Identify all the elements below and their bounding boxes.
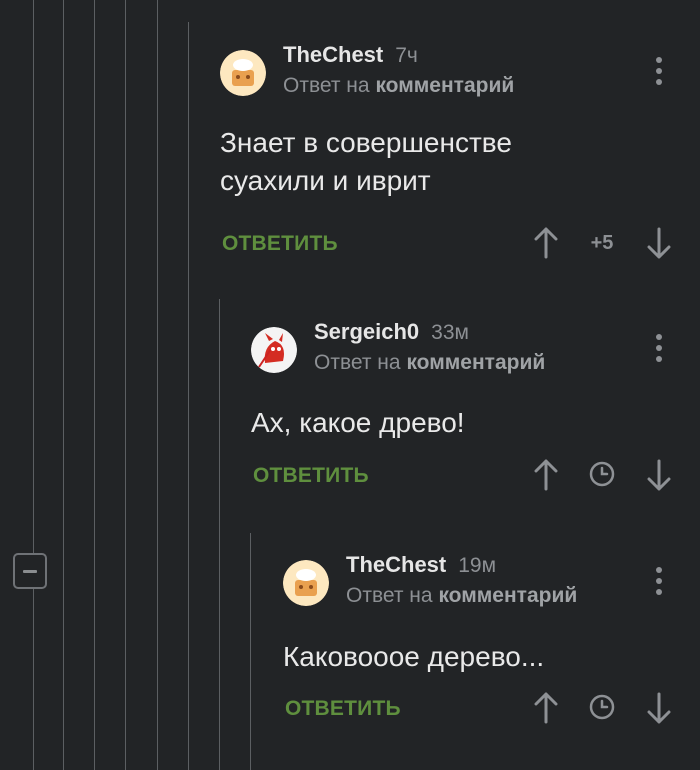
avatar-devil-image xyxy=(251,327,297,373)
comment-author[interactable]: TheChest 19м xyxy=(346,552,496,578)
comment-text-line: суахили и иврит xyxy=(220,165,431,196)
reply-button[interactable]: ОТВЕТИТЬ xyxy=(222,232,338,256)
arrow-down-icon[interactable] xyxy=(647,458,671,492)
reply-target-link[interactable]: комментарий xyxy=(406,351,545,374)
author-name[interactable]: Sergeich0 xyxy=(314,319,419,344)
clock-icon xyxy=(589,461,615,487)
reply-target-link[interactable]: комментарий xyxy=(438,584,577,607)
arrow-up-icon[interactable] xyxy=(534,458,558,492)
reply-to-label: Ответ на комментарий xyxy=(346,584,577,608)
thread-line xyxy=(63,0,64,770)
thread-line xyxy=(188,22,189,770)
arrow-up-icon[interactable] xyxy=(534,226,558,260)
reply-prefix: Ответ на xyxy=(283,74,370,97)
comment-author[interactable]: TheChest 7ч xyxy=(283,42,418,68)
comment-author[interactable]: Sergeich0 33м xyxy=(314,319,469,345)
reply-to-label: Ответ на комментарий xyxy=(283,74,514,98)
reply-prefix: Ответ на xyxy=(346,584,433,607)
author-name[interactable]: TheChest xyxy=(283,42,383,67)
avatar[interactable] xyxy=(220,50,266,96)
more-vertical-icon[interactable] xyxy=(656,57,662,85)
comment-time: 19м xyxy=(458,554,497,577)
collapse-thread-button[interactable] xyxy=(13,553,47,589)
more-vertical-icon[interactable] xyxy=(656,567,662,595)
comment-text: Знает в совершенстве суахили и иврит xyxy=(220,124,512,200)
comment-text: Ах, какое древо! xyxy=(251,404,465,442)
reply-target-link[interactable]: комментарий xyxy=(375,74,514,97)
comment-time: 7ч xyxy=(395,44,418,67)
reply-prefix: Ответ на xyxy=(314,351,401,374)
avatar[interactable] xyxy=(251,327,297,373)
author-name[interactable]: TheChest xyxy=(346,552,446,577)
thread-line xyxy=(219,299,220,770)
comment-text-line: Ах, какое древо! xyxy=(251,407,465,438)
avatar[interactable] xyxy=(283,560,329,606)
thread-line xyxy=(94,0,95,770)
comment-text-line: Каковооое дерево... xyxy=(283,641,545,672)
comment-time: 33м xyxy=(431,321,469,344)
thread-line xyxy=(33,0,34,553)
comment: Sergeich0 33м Ответ на комментарий Ах, ка… xyxy=(251,319,691,507)
arrow-down-icon[interactable] xyxy=(647,226,671,260)
thread-line xyxy=(33,589,34,770)
thread-line xyxy=(125,0,126,770)
clock-icon xyxy=(589,694,615,720)
avatar-chef-image xyxy=(220,50,266,96)
arrow-up-icon[interactable] xyxy=(534,691,558,725)
comment-rating: +5 xyxy=(590,232,614,254)
avatar-chef-image xyxy=(283,560,329,606)
reply-to-label: Ответ на комментарий xyxy=(314,351,545,375)
thread-line xyxy=(157,0,158,770)
reply-button[interactable]: ОТВЕТИТЬ xyxy=(253,464,369,488)
arrow-down-icon[interactable] xyxy=(647,691,671,725)
reply-button[interactable]: ОТВЕТИТЬ xyxy=(285,697,401,721)
comment-text: Каковооое дерево... xyxy=(283,638,544,676)
more-vertical-icon[interactable] xyxy=(656,334,662,362)
comment: TheChest 19м Ответ на комментарий Каковоо… xyxy=(283,552,691,740)
comment-text-line: Знает в совершенстве xyxy=(220,127,512,158)
thread-line xyxy=(250,533,251,770)
comment: TheChest 7ч Ответ на комментарий Знает в … xyxy=(220,42,690,280)
